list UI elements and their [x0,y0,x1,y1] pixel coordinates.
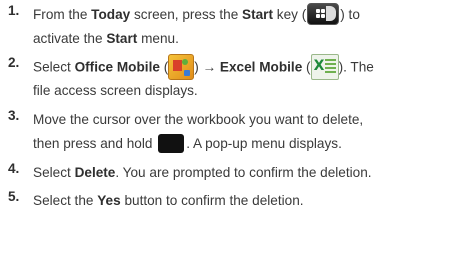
text-run: screen, press the [130,7,243,22]
bold-term: Yes [97,193,121,208]
text-run: Select [33,59,75,75]
step-line: Move the cursor over the workbook you wa… [33,112,364,127]
text-run: Select the [33,193,98,208]
step-line: Select Delete. You are prompted to confi… [33,161,453,185]
step-number: 4. [8,161,20,176]
office-mobile-icon [168,54,195,80]
text-run: menu. [137,31,179,46]
bold-term: Start [242,7,274,22]
bold-term: Today [91,7,131,22]
text-run: From the [33,7,92,22]
bold-term: Delete [74,165,116,180]
text-run: key ( [273,7,307,22]
text-run: ) to [340,7,360,22]
text-run: then press and hold [33,136,157,151]
step-line: file access screen displays. [33,83,198,98]
step-number: 5. [8,189,20,204]
excel-mobile-icon: X [310,54,339,80]
text-run: ) [194,59,203,75]
step-line: then press and hold . A pop-up menu disp… [33,132,453,156]
step-number: 1. [8,3,20,18]
text-run: . A pop-up menu displays. [186,136,342,151]
bold-term: Office Mobile [74,59,160,75]
text-run: button to confirm the deletion. [120,193,304,208]
step-line: Select Office Mobile () → Excel Mobile (… [33,54,453,80]
action-key-icon [158,133,185,153]
windows-start-key-icon [307,3,340,26]
text-run: Select [33,165,75,180]
step-line: activate the Start menu. [33,27,453,51]
text-run: activate the [33,31,107,46]
bold-term: Start [106,31,138,46]
text-run: . You are prompted to confirm the deleti… [115,165,372,180]
step-text: Select the Yes button to confirm the del… [33,189,453,213]
step-line: From the Today screen, press the Start k… [33,3,453,27]
text-run: ( [159,59,169,75]
step-number: 3. [8,108,20,123]
arrow-glyph: → [202,59,217,75]
text-run: ). The [338,59,374,75]
step-text: Move the cursor over the workbook you wa… [33,108,453,156]
step-text: Select Office Mobile () → Excel Mobile (… [33,54,453,103]
step-text: From the Today screen, press the Start k… [33,3,453,51]
bold-term: Excel Mobile [216,59,303,75]
step-number: 2. [8,55,20,70]
step-line: Select the Yes button to confirm the del… [33,189,453,213]
text-run: ( [302,59,311,75]
instruction-steps: 1. From the Today screen, press the Star… [0,0,455,263]
step-text: Select Delete. You are prompted to confi… [33,161,453,185]
